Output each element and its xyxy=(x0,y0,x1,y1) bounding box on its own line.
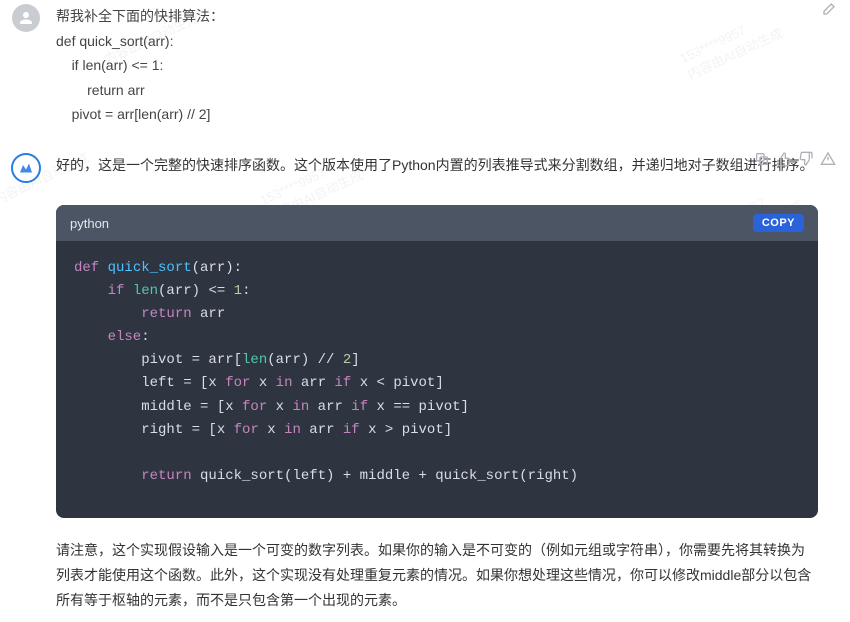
code-header: python COPY xyxy=(56,205,818,241)
ai-outro-text: 请注意，这个实现假设输入是一个可变的数字列表。如果你的输入是不可变的（例如元组或… xyxy=(56,538,818,614)
code-block: python COPY def quick_sort(arr): if len(… xyxy=(56,205,818,518)
thumbs-up-icon[interactable] xyxy=(776,151,792,167)
thumbs-down-icon[interactable] xyxy=(798,151,814,167)
copy-icon[interactable] xyxy=(754,151,770,167)
ai-intro-text: 好的，这是一个完整的快速排序函数。这个版本使用了Python内置的列表推导式来分… xyxy=(56,153,818,178)
user-message-text: 帮我补全下面的快排算法： def quick_sort(arr): if len… xyxy=(56,4,818,127)
code-language-label: python xyxy=(70,216,109,231)
ai-avatar xyxy=(11,153,41,183)
user-message-row: 帮我补全下面的快排算法： def quick_sort(arr): if len… xyxy=(0,0,850,135)
edit-icon[interactable] xyxy=(820,2,836,18)
code-content: def quick_sort(arr): if len(arr) <= 1: r… xyxy=(56,241,818,518)
warning-icon[interactable] xyxy=(820,151,836,167)
ai-message-row: 好的，这是一个完整的快速排序函数。这个版本使用了Python内置的列表推导式来分… xyxy=(0,149,850,622)
user-avatar xyxy=(12,4,40,32)
copy-button[interactable]: COPY xyxy=(753,214,804,232)
